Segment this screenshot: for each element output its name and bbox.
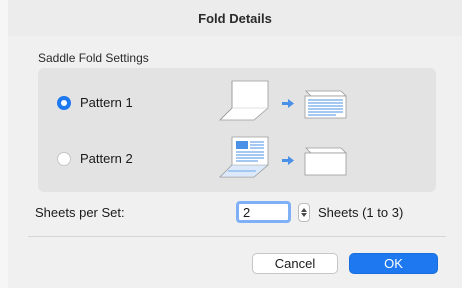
folded-sheet-icon [219, 80, 269, 121]
pattern-2-illustration [219, 136, 347, 178]
pattern-1-illustration [219, 80, 347, 121]
title-bar: Fold Details [8, 0, 462, 36]
lined-folded-sheet-icon [304, 90, 347, 119]
background-window-edge [0, 0, 8, 288]
fold-details-dialog: Fold Details Saddle Fold Settings Patter… [0, 0, 462, 288]
sheets-per-set-label: Sheets per Set: [35, 205, 125, 220]
pattern-1-label: Pattern 1 [80, 95, 133, 110]
pattern-2-label: Pattern 2 [80, 151, 133, 166]
saddle-fold-group-label: Saddle Fold Settings [38, 51, 149, 65]
arrow-right-icon [282, 156, 294, 165]
stepper-up-icon[interactable] [301, 208, 307, 212]
radio-selected-indicator[interactable] [57, 95, 71, 110]
pattern-2-radio[interactable]: Pattern 2 [57, 151, 133, 166]
sheets-range-label: Sheets (1 to 3) [318, 205, 404, 220]
blank-folded-sheet-icon [304, 147, 347, 176]
sheets-per-set-input[interactable] [236, 201, 291, 223]
divider [28, 236, 446, 237]
printed-folded-sheet-icon [219, 136, 269, 178]
radio-unselected-indicator[interactable] [57, 151, 71, 166]
pattern-1-radio[interactable]: Pattern 1 [57, 95, 133, 110]
stepper-down-icon[interactable] [301, 213, 307, 217]
cancel-button[interactable]: Cancel [252, 253, 338, 274]
ok-button[interactable]: OK [349, 253, 438, 274]
dialog-title: Fold Details [198, 10, 272, 26]
arrow-right-icon [282, 99, 294, 108]
sheets-stepper[interactable] [298, 203, 310, 222]
